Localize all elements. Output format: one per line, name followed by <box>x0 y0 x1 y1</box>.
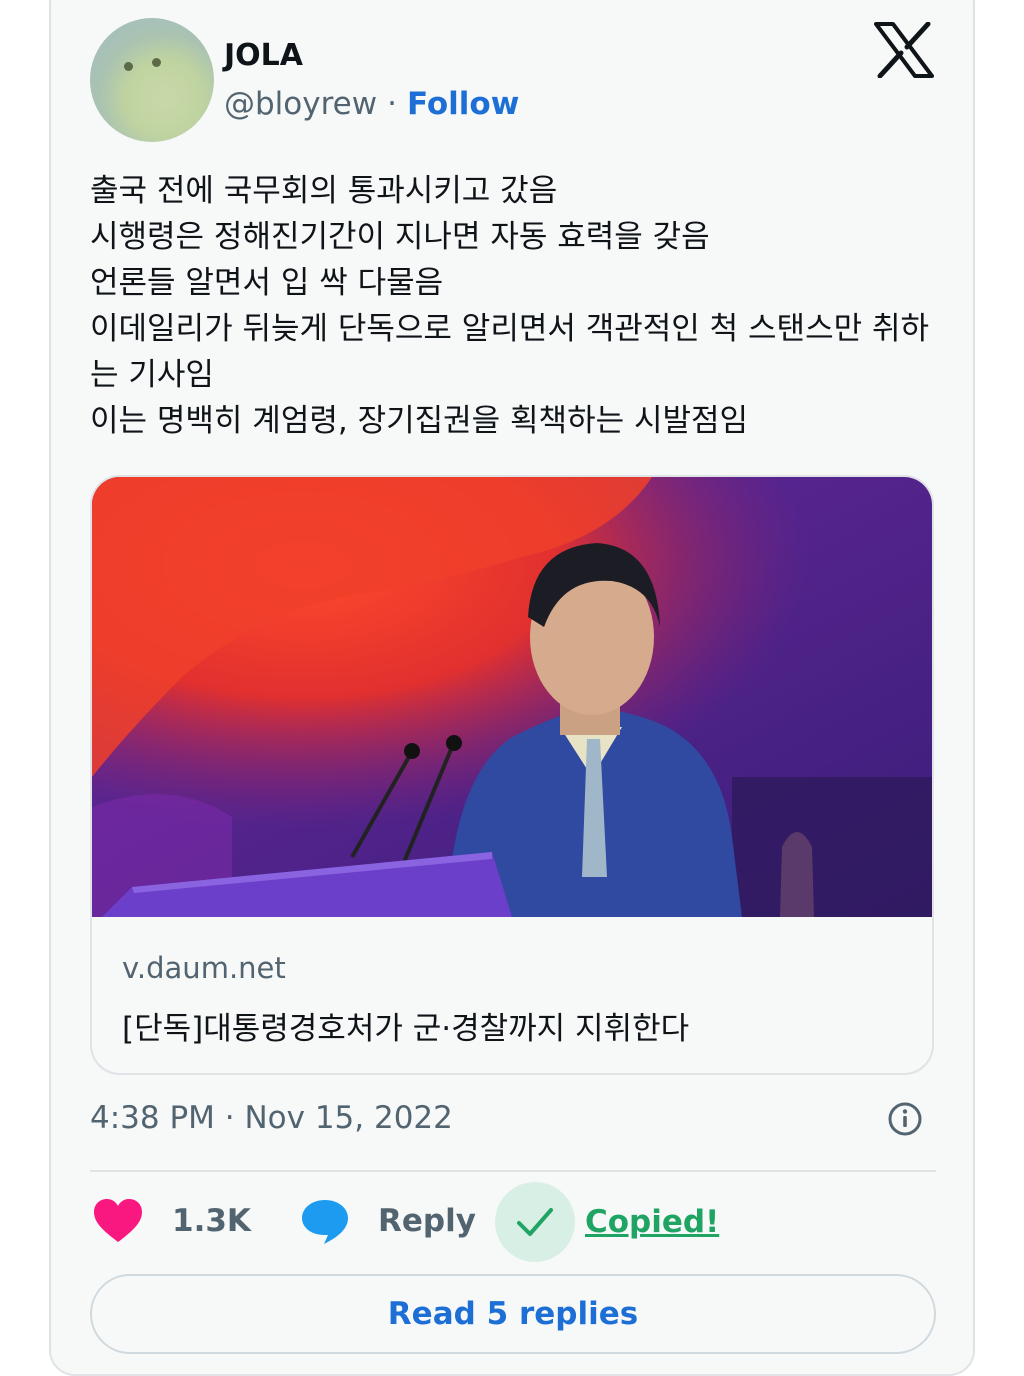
tweet-line: 시행령은 정해진기간이 지나면 자동 효력을 갖음 <box>90 219 710 255</box>
like-count: 1.3K <box>172 1203 251 1239</box>
info-icon[interactable] <box>887 1101 923 1137</box>
copy-link-button[interactable]: Copied! <box>495 1182 719 1262</box>
avatar[interactable] <box>90 18 214 142</box>
author-handle[interactable]: @bloyrew <box>224 86 377 122</box>
tweet-text: 출국 전에 국무회의 통과시키고 갔음 시행령은 정해진기간이 지나면 자동 효… <box>90 168 940 444</box>
avatar-eye <box>124 62 133 71</box>
tweet-line: 이데일리가 뒤늦게 단독으로 알리면서 객관적인 척 스탠스만 취하 <box>90 311 930 347</box>
reply-button[interactable]: Reply <box>300 1188 476 1254</box>
author-handle-row: @bloyrew · Follow <box>224 86 519 122</box>
reply-bubble-icon <box>302 1200 348 1244</box>
read-replies-button[interactable]: Read 5 replies <box>90 1274 936 1354</box>
heart-icon <box>94 1199 142 1242</box>
tweet-timestamp[interactable]: 4:38 PM · Nov 15, 2022 <box>90 1100 453 1136</box>
link-card-title[interactable]: [단독]대통령경호처가 군·경찰까지 지휘한다 <box>122 1003 689 1048</box>
tweet-line: 는 기사임 <box>90 357 214 393</box>
author-name[interactable]: JOLA <box>224 38 303 73</box>
like-button[interactable]: 1.3K <box>92 1188 251 1254</box>
tweet-line: 언론들 알면서 입 싹 다물음 <box>90 265 444 301</box>
separator: · <box>387 86 397 122</box>
x-logo-icon[interactable] <box>874 22 934 78</box>
avatar-eye <box>152 58 161 67</box>
link-card-domain: v.daum.net <box>122 951 286 985</box>
reply-label: Reply <box>378 1203 476 1239</box>
copied-check-badge <box>495 1182 575 1262</box>
copied-label: Copied! <box>585 1204 720 1240</box>
link-card[interactable]: v.daum.net [단독]대통령경호처가 군·경찰까지 지휘한다 <box>90 475 934 1075</box>
tweet-line: 출국 전에 국무회의 통과시키고 갔음 <box>90 173 558 209</box>
checkmark-icon <box>517 1208 553 1236</box>
link-card-image <box>92 477 932 917</box>
follow-button[interactable]: Follow <box>407 86 519 122</box>
divider <box>90 1170 936 1172</box>
tweet-line: 이는 명백히 계엄령, 장기집권을 획책하는 시발점임 <box>90 403 749 439</box>
